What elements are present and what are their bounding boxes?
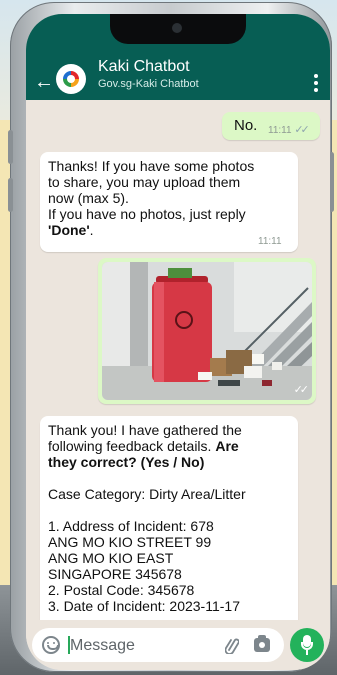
- message-line: to share, you may upload them: [48, 174, 241, 190]
- message-line: following feedback details. Are: [48, 438, 239, 454]
- message-line: Case Category: Dirty Area/Litter: [48, 486, 246, 502]
- message-line: they correct? (Yes / No): [48, 454, 205, 470]
- message-line: now (max 5).: [48, 190, 129, 206]
- message-time: 11:11: [258, 236, 282, 247]
- attach-icon[interactable]: [225, 636, 239, 654]
- message-line: 1. Address of Incident: 678: [48, 518, 214, 534]
- chat-title[interactable]: Kaki Chatbot: [98, 58, 190, 76]
- kaki-logo-icon[interactable]: [56, 64, 86, 94]
- litter-photo[interactable]: ✓✓: [102, 262, 312, 400]
- message-line: SINGAPORE 345678: [48, 566, 182, 582]
- message-text: No.: [234, 117, 258, 134]
- front-camera: [172, 23, 182, 33]
- phone-screen: ← Kaki Chatbot Gov.sg-Kaki Chatbot No. 1…: [26, 14, 330, 670]
- emoji-icon[interactable]: [42, 636, 60, 654]
- message-line: Thank you! I have gathered the: [48, 422, 242, 438]
- volume-down-button: [8, 178, 13, 212]
- message-line: 3. Date of Incident: 2023-11-17: [48, 598, 240, 614]
- photo-illustration: [102, 262, 312, 400]
- more-vert-icon[interactable]: [314, 74, 318, 95]
- double-check-icon: ✓✓: [293, 384, 310, 396]
- message-line: 'Done'.: [48, 222, 94, 238]
- volume-up-button: [8, 130, 13, 164]
- message-line: ANG MO KIO STREET 99: [48, 534, 212, 550]
- chat-area[interactable]: No. 11:11 ✓✓ Thanks! If you have some ph…: [26, 100, 330, 620]
- incoming-message[interactable]: Thank you! I have gathered the following…: [40, 416, 298, 620]
- message-line: Thanks! If you have some photos: [48, 158, 255, 174]
- incoming-message[interactable]: Thanks! If you have some photos to share…: [40, 152, 298, 252]
- message-placeholder: Message: [70, 637, 135, 654]
- outgoing-message[interactable]: No. 11:11 ✓✓: [222, 112, 320, 140]
- message-line: If you have no photos, just reply: [48, 206, 246, 222]
- message-input[interactable]: Message: [32, 628, 284, 662]
- message-line: 2. Postal Code: 345678: [48, 582, 195, 598]
- outgoing-photo-message[interactable]: ✓✓: [98, 258, 316, 404]
- input-bar: Message: [26, 620, 330, 670]
- message-line: ANG MO KIO EAST: [48, 550, 174, 566]
- chat-subtitle: Gov.sg-Kaki Chatbot: [98, 78, 199, 90]
- camera-icon[interactable]: [254, 635, 270, 652]
- double-check-icon: ✓✓: [294, 124, 310, 136]
- mic-button[interactable]: [290, 628, 324, 662]
- phone-frame: ← Kaki Chatbot Gov.sg-Kaki Chatbot No. 1…: [8, 2, 334, 672]
- notch: [110, 14, 246, 44]
- back-arrow-icon[interactable]: ←: [34, 72, 54, 92]
- message-time: 11:11 ✓✓: [268, 124, 310, 136]
